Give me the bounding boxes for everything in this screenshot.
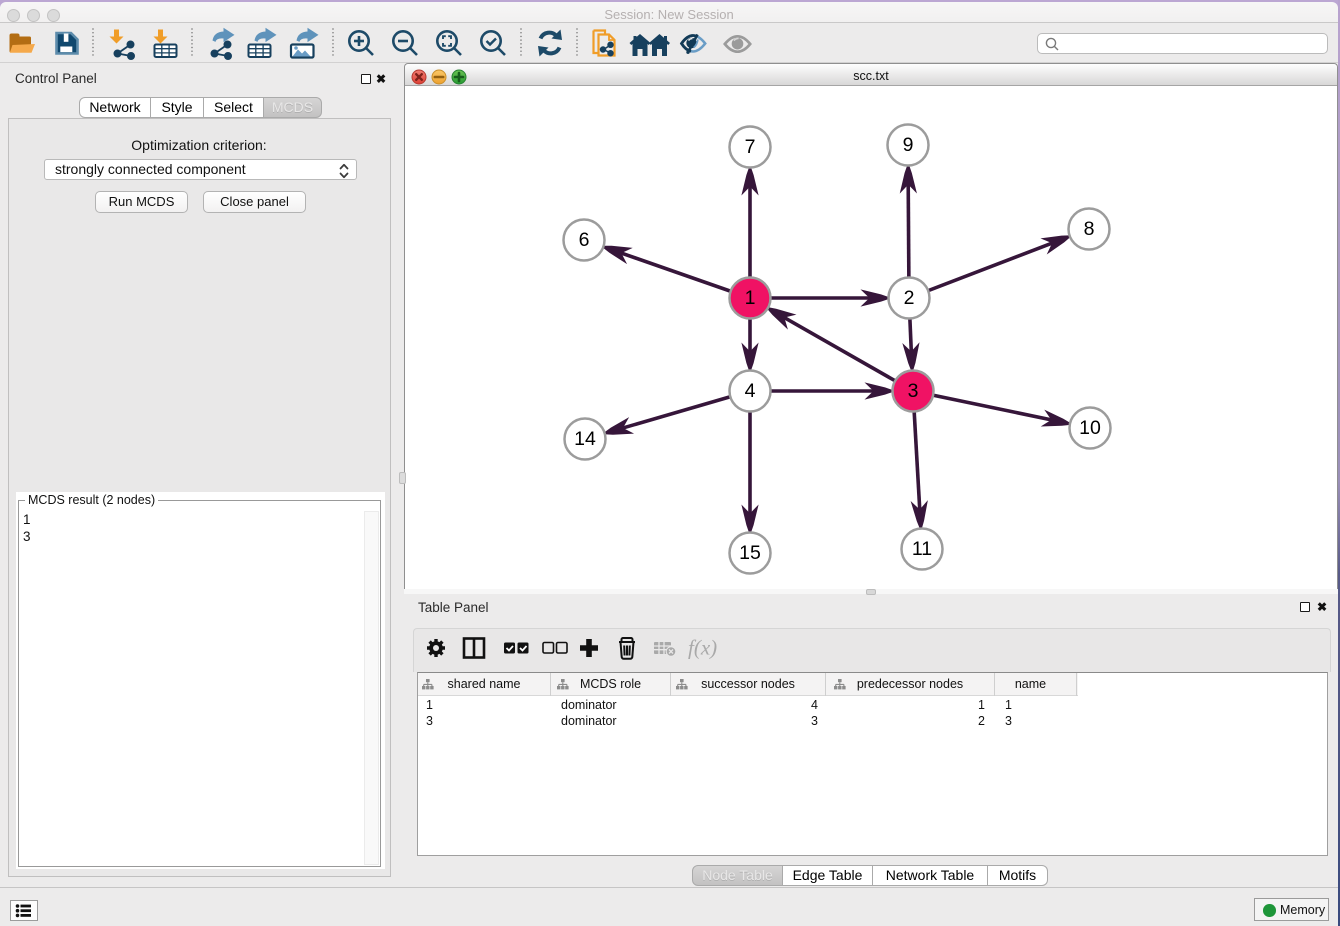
svg-text:6: 6 (579, 229, 590, 251)
svg-text:10: 10 (1079, 417, 1101, 439)
svg-text:1: 1 (745, 287, 756, 309)
svg-text:f(x): f(x) (688, 636, 717, 660)
svg-text:8: 8 (1084, 218, 1095, 240)
svg-text:14: 14 (574, 428, 596, 450)
svg-text:15: 15 (739, 542, 761, 564)
svg-text:9: 9 (903, 134, 914, 156)
svg-text:3: 3 (908, 380, 919, 402)
svg-text:2: 2 (904, 287, 915, 309)
svg-text:11: 11 (912, 538, 932, 560)
svg-text:4: 4 (745, 380, 756, 402)
svg-text:7: 7 (745, 136, 756, 158)
